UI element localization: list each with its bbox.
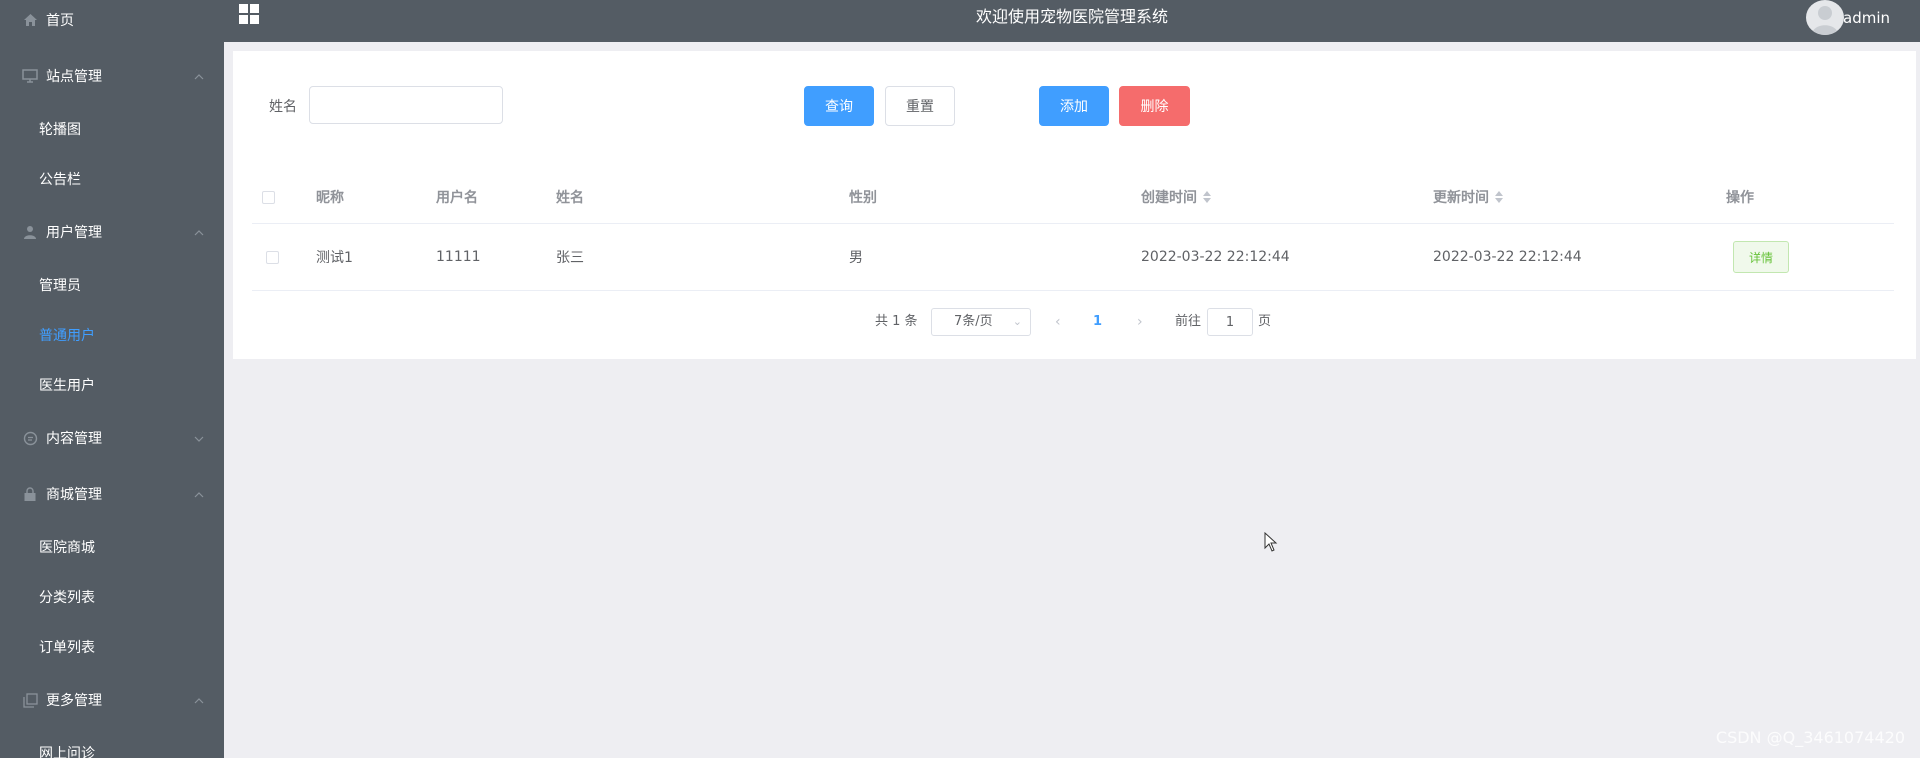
select-all-checkbox[interactable] xyxy=(262,190,275,204)
column-header: 操作 xyxy=(1726,190,1754,206)
sidebar-item-label: 更多管理 xyxy=(46,693,102,709)
column-header-created[interactable]: 创建时间 xyxy=(1141,171,1211,223)
chevron-up-icon xyxy=(194,692,204,708)
sidebar-item-label: 管理员 xyxy=(39,278,81,294)
cell-action: 详情 xyxy=(1733,224,1789,290)
copy-icon xyxy=(22,692,38,708)
prev-page-icon[interactable]: ‹ xyxy=(1055,308,1061,336)
sidebar-item-doctor-users[interactable]: 医生用户 xyxy=(0,360,224,410)
sidebar-item-label: 网上问诊 xyxy=(39,746,95,758)
chevron-up-icon xyxy=(194,224,204,240)
column-header: 用户名 xyxy=(436,190,478,206)
name-search-label: 姓名 xyxy=(269,99,297,115)
next-page-icon[interactable]: › xyxy=(1137,308,1143,336)
cell-updated: 2022-03-22 22:12:44 xyxy=(1433,249,1582,265)
avatar[interactable] xyxy=(1806,0,1844,35)
sidebar-item-hospital-mall[interactable]: 医院商城 xyxy=(0,522,224,572)
sidebar-item-label: 用户管理 xyxy=(46,225,102,241)
sidebar-item-label: 轮播图 xyxy=(39,122,81,138)
user-table: 昵称 用户名 姓名 性别 创建时间 更新时间 操作 测试1 11111 张三 男… xyxy=(252,171,1894,291)
cell-nickname: 测试1 xyxy=(316,250,353,266)
chevron-down-icon: ⌄ xyxy=(1012,315,1022,328)
sidebar-item-carousel[interactable]: 轮播图 xyxy=(0,104,224,154)
reset-button[interactable]: 重置 xyxy=(885,86,955,126)
delete-button[interactable]: 删除 xyxy=(1119,86,1190,126)
page-size-select[interactable]: 7条/页 ⌄ xyxy=(931,308,1031,336)
sidebar-item-label: 商城管理 xyxy=(46,487,102,503)
chat-icon xyxy=(22,430,38,446)
detail-button[interactable]: 详情 xyxy=(1733,241,1789,273)
query-button[interactable]: 查询 xyxy=(804,86,874,126)
row-checkbox[interactable] xyxy=(266,250,279,264)
column-header-updated[interactable]: 更新时间 xyxy=(1433,171,1503,223)
column-header: 性别 xyxy=(849,190,877,206)
pagination: 共 1 条 7条/页 ⌄ ‹ 1 › 前往 页 xyxy=(233,308,1916,336)
column-header: 昵称 xyxy=(316,190,344,206)
goto-page-input[interactable] xyxy=(1207,308,1253,336)
sidebar-item-label: 内容管理 xyxy=(46,431,102,447)
sidebar-item-label: 医院商城 xyxy=(39,540,95,556)
user-icon xyxy=(22,224,38,240)
page-number-current[interactable]: 1 xyxy=(1093,308,1102,336)
sidebar-item-home[interactable]: 首页 xyxy=(0,0,224,40)
row-select-cell xyxy=(266,224,279,290)
watermark: CSDN @Q_3461074420 xyxy=(1715,728,1905,747)
cell-gender: 男 xyxy=(849,250,863,266)
sidebar-item-site-management[interactable]: 站点管理 xyxy=(0,51,224,101)
sidebar-item-label: 公告栏 xyxy=(39,172,81,188)
sidebar-item-mall-management[interactable]: 商城管理 xyxy=(0,469,224,519)
sidebar-item-online-consult[interactable]: 网上问诊 xyxy=(0,728,224,758)
sidebar: 首页 站点管理 轮播图 公告栏 用户管理 管理员 普通用户 医生用户 内容管理 xyxy=(0,0,224,758)
sidebar-item-user-management[interactable]: 用户管理 xyxy=(0,207,224,257)
page-size-value: 7条/页 xyxy=(954,314,993,329)
sidebar-item-notice[interactable]: 公告栏 xyxy=(0,154,224,204)
cell-name: 张三 xyxy=(556,250,584,266)
page-title: 欢迎使用宠物医院管理系统 xyxy=(975,7,1168,26)
chevron-up-icon xyxy=(194,68,204,84)
sidebar-item-more-management[interactable]: 更多管理 xyxy=(0,675,224,725)
sidebar-item-label: 普通用户 xyxy=(39,328,95,344)
select-all-cell xyxy=(262,171,275,223)
column-header-label: 创建时间 xyxy=(1141,190,1197,206)
sort-icon[interactable] xyxy=(1495,191,1503,203)
user-list-card: 姓名 查询 重置 添加 删除 昵称 用户名 姓名 性别 创建时间 更新时间 操作… xyxy=(233,51,1916,359)
monitor-icon xyxy=(22,68,38,84)
chevron-up-icon xyxy=(194,486,204,502)
cell-created: 2022-03-22 22:12:44 xyxy=(1141,249,1290,265)
column-header-label: 更新时间 xyxy=(1433,190,1489,206)
name-search-input[interactable] xyxy=(309,86,503,124)
sidebar-item-normal-users[interactable]: 普通用户 xyxy=(0,310,224,360)
sidebar-item-category-list[interactable]: 分类列表 xyxy=(0,572,224,622)
top-header: 欢迎使用宠物医院管理系统 admin xyxy=(224,0,1920,42)
column-header: 姓名 xyxy=(556,190,584,206)
table-header: 昵称 用户名 姓名 性别 创建时间 更新时间 操作 xyxy=(252,171,1894,224)
home-icon xyxy=(22,12,38,28)
sidebar-item-order-list[interactable]: 订单列表 xyxy=(0,622,224,672)
sort-icon[interactable] xyxy=(1203,191,1211,203)
sidebar-item-label: 订单列表 xyxy=(39,640,95,656)
sidebar-item-label: 站点管理 xyxy=(46,69,102,85)
username-label[interactable]: admin xyxy=(1843,0,1890,36)
lock-icon xyxy=(22,486,38,502)
sidebar-item-admins[interactable]: 管理员 xyxy=(0,260,224,310)
sidebar-item-label: 首页 xyxy=(46,13,74,29)
goto-label: 前往 xyxy=(1175,314,1202,329)
total-count: 共 1 条 xyxy=(875,314,918,329)
chevron-down-icon xyxy=(194,430,204,446)
sidebar-item-label: 分类列表 xyxy=(39,590,95,606)
sidebar-item-content-management[interactable]: 内容管理 xyxy=(0,413,224,463)
mouse-cursor-icon xyxy=(1264,531,1278,552)
add-button[interactable]: 添加 xyxy=(1039,86,1109,126)
cell-username: 11111 xyxy=(436,249,481,265)
goto-suffix: 页 xyxy=(1258,314,1272,329)
sidebar-item-label: 医生用户 xyxy=(39,378,95,394)
table-row: 测试1 11111 张三 男 2022-03-22 22:12:44 2022-… xyxy=(252,224,1894,291)
